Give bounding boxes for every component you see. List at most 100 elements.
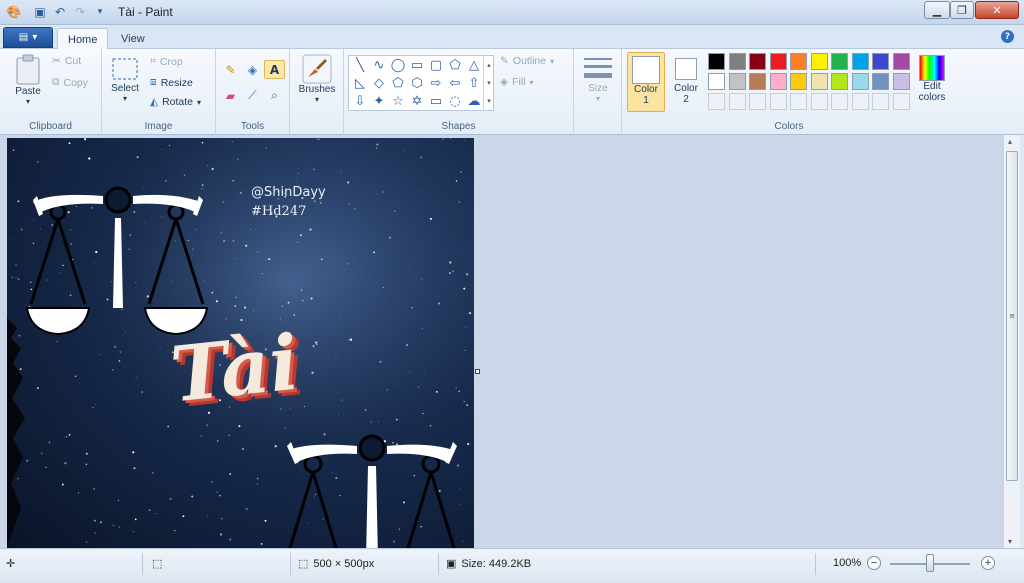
star	[316, 138, 319, 140]
polygon-shape-icon[interactable]: ⬠	[446, 57, 464, 73]
custom-color-slot[interactable]	[749, 93, 766, 110]
star	[207, 515, 209, 516]
oval-shape-icon[interactable]: ◯	[389, 57, 407, 73]
palette-swatch[interactable]	[831, 53, 848, 70]
palette-swatch[interactable]	[872, 53, 889, 70]
zoom-slider-thumb[interactable]	[926, 554, 934, 572]
star	[256, 477, 259, 480]
palette-swatch[interactable]	[851, 53, 869, 70]
tab-home[interactable]: Home	[57, 28, 109, 50]
star	[375, 147, 378, 149]
rect-callout-shape-icon[interactable]: ▭	[427, 93, 445, 109]
brushes-button[interactable]: Brushes ▾	[295, 54, 339, 104]
magnifier-icon[interactable]: ⌕	[264, 86, 285, 105]
undo-icon[interactable]: ↶	[52, 4, 68, 20]
paint-app-icon[interactable]: 🎨	[6, 4, 22, 20]
oval-callout-shape-icon[interactable]: ◌	[446, 93, 464, 109]
four-point-star-shape-icon[interactable]: ✦	[370, 93, 388, 109]
eraser-icon[interactable]: ▰	[220, 86, 241, 105]
pencil-icon[interactable]: ✎	[220, 60, 241, 79]
color1-button[interactable]: Color 1	[627, 52, 665, 112]
custom-color-slot[interactable]	[769, 93, 787, 110]
rectangle-shape-icon[interactable]: ▭	[408, 57, 426, 73]
palette-swatch[interactable]	[728, 53, 746, 70]
palette-swatch[interactable]	[708, 73, 725, 90]
six-point-star-shape-icon[interactable]: ✡	[408, 93, 426, 109]
close-button[interactable]: ✕	[975, 1, 1019, 19]
outline-button[interactable]: ✎ Outline ▾	[500, 55, 554, 67]
edit-colors-button[interactable]: Edit colors	[912, 52, 952, 112]
canvas-resize-handle[interactable]	[475, 369, 480, 374]
fill-button[interactable]: ◈ Fill ▾	[500, 76, 534, 88]
custom-color-slot[interactable]	[708, 93, 725, 110]
redo-icon[interactable]: ↷	[72, 4, 88, 20]
right-arrow-shape-icon[interactable]: ⇨	[427, 75, 445, 91]
text-tool-icon[interactable]: A	[264, 60, 285, 79]
paint-menu-button[interactable]: ▤ ▾	[3, 27, 53, 48]
help-icon[interactable]: ?	[1001, 30, 1014, 43]
down-arrow-shape-icon[interactable]: ⇩	[351, 93, 369, 109]
palette-swatch[interactable]	[892, 73, 910, 90]
custom-color-slot[interactable]	[872, 93, 889, 110]
palette-swatch[interactable]	[851, 73, 869, 90]
star	[222, 201, 224, 203]
cut-button[interactable]: ✂ Cut	[52, 55, 81, 67]
color2-button[interactable]: Color 2	[669, 52, 703, 112]
drawing-canvas[interactable]: @ShinDayy #Hd247 Tài	[7, 138, 474, 548]
star	[85, 463, 88, 466]
minimize-button[interactable]: ▁	[924, 1, 950, 19]
shapes-scroll[interactable]: ▴ ▾ ▾	[483, 56, 494, 110]
save-icon[interactable]: ▣	[32, 4, 48, 20]
left-arrow-shape-icon[interactable]: ⇦	[446, 75, 464, 91]
zoom-in-button[interactable]: +	[981, 556, 995, 570]
zoom-out-button[interactable]: −	[867, 556, 881, 570]
custom-color-slot[interactable]	[810, 93, 828, 110]
right-triangle-shape-icon[interactable]: ◺	[351, 75, 369, 91]
palette-swatch[interactable]	[790, 73, 807, 90]
curve-shape-icon[interactable]: ∿	[370, 57, 388, 73]
pentagon-shape-icon[interactable]: ⬠	[389, 75, 407, 91]
palette-swatch[interactable]	[872, 73, 889, 90]
custom-color-slot[interactable]	[892, 93, 910, 110]
palette-swatch[interactable]	[769, 53, 787, 70]
palette-swatch[interactable]	[790, 53, 807, 70]
palette-swatch[interactable]	[749, 53, 766, 70]
up-arrow-shape-icon[interactable]: ⇧	[465, 75, 483, 91]
rotate-button[interactable]: ◭ Rotate ▾	[150, 96, 201, 108]
palette-swatch[interactable]	[892, 53, 910, 70]
paste-button[interactable]: Paste ▾	[10, 54, 46, 106]
select-button[interactable]: Select ▾	[108, 57, 142, 103]
hexagon-shape-icon[interactable]: ⬡	[408, 75, 426, 91]
diamond-shape-icon[interactable]: ◇	[370, 75, 388, 91]
palette-swatch[interactable]	[810, 73, 828, 90]
palette-swatch[interactable]	[728, 73, 746, 90]
custom-color-slot[interactable]	[851, 93, 869, 110]
selection-size: ⬚	[152, 557, 162, 570]
maximize-button[interactable]: ❐	[950, 1, 974, 19]
custom-color-slot[interactable]	[790, 93, 807, 110]
palette-swatch[interactable]	[769, 73, 787, 90]
resize-button[interactable]: ⧈ Resize	[150, 76, 193, 89]
palette-swatch[interactable]	[810, 53, 828, 70]
fill-bucket-icon[interactable]: ◈	[242, 60, 263, 79]
color-picker-icon[interactable]: ⟋	[242, 86, 263, 105]
crop-button[interactable]: ⌗ Crop	[150, 55, 183, 68]
copy-button[interactable]: ⧉ Copy	[52, 76, 88, 89]
custom-color-slot[interactable]	[728, 93, 746, 110]
custom-color-slot[interactable]	[831, 93, 848, 110]
five-point-star-shape-icon[interactable]: ☆	[389, 93, 407, 109]
palette-swatch[interactable]	[749, 73, 766, 90]
palette-swatch[interactable]	[831, 73, 848, 90]
scrollbar-thumb[interactable]: ≡	[1006, 151, 1018, 481]
palette-swatch[interactable]	[708, 53, 725, 70]
tab-view[interactable]: View	[111, 28, 155, 50]
vertical-scrollbar[interactable]: ▴ ≡ ▾	[1003, 135, 1020, 548]
size-button[interactable]: Size ▾	[580, 55, 616, 103]
triangle-shape-icon[interactable]: △	[465, 57, 483, 73]
cloud-callout-shape-icon[interactable]: ☁	[465, 93, 483, 109]
customize-toolbar-icon[interactable]: ▾	[92, 4, 108, 20]
line-shape-icon[interactable]: ╲	[351, 57, 369, 73]
scroll-down-icon[interactable]: ▾	[1008, 537, 1012, 546]
scroll-up-icon[interactable]: ▴	[1008, 137, 1012, 146]
rounded-rectangle-shape-icon[interactable]: ▢	[427, 57, 445, 73]
